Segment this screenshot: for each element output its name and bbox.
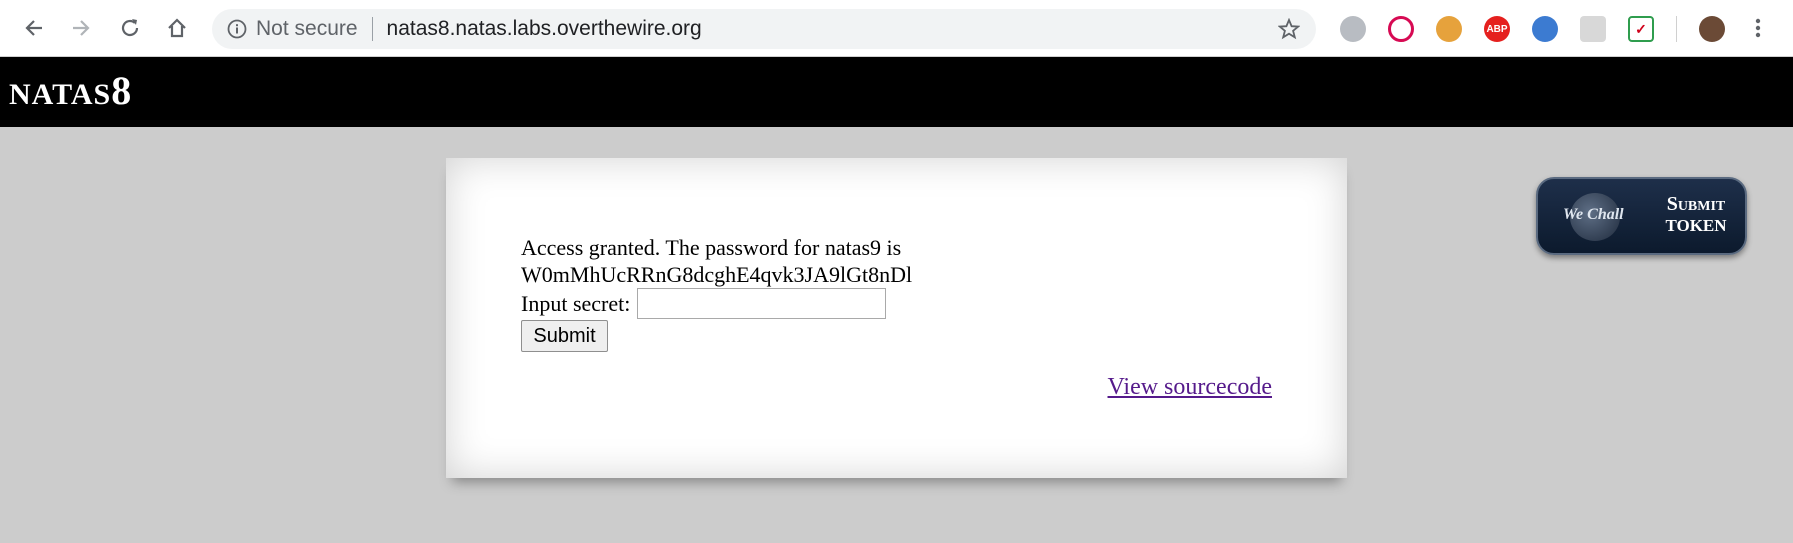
earth-extension-icon[interactable] (1532, 16, 1558, 42)
password-text: W0mMhUcRRnG8dcghE4qvk3JA9lGt8nDl (521, 262, 913, 287)
message-line-1: Access granted. The password for natas9 … (521, 235, 902, 260)
omnibox-divider (371, 17, 373, 41)
cookie-extension-icon[interactable] (1436, 16, 1462, 42)
info-icon[interactable] (226, 18, 248, 40)
token-line-2: token (1665, 216, 1727, 235)
submit-token-button[interactable]: We Chall Submit token (1536, 177, 1747, 255)
secret-input[interactable] (637, 288, 887, 319)
title-prefix: natas (9, 78, 112, 111)
wechall-logo-text: We Chall (1563, 206, 1624, 223)
adblock-extension-icon[interactable]: ABP (1484, 16, 1510, 42)
forward-arrow-icon (70, 17, 92, 39)
star-icon[interactable] (1277, 17, 1301, 45)
content-box: Access granted. The password for natas9 … (446, 158, 1347, 478)
page-title: natas8 (9, 67, 132, 114)
home-button[interactable] (159, 10, 195, 46)
globe-extension-icon[interactable] (1340, 16, 1366, 42)
back-arrow-icon (23, 17, 45, 39)
reload-button[interactable] (112, 10, 148, 46)
url-text[interactable]: natas8.natas.labs.overthewire.org (387, 17, 702, 41)
reload-icon (119, 17, 141, 39)
mcafee-extension-icon[interactable]: ✓ (1628, 16, 1654, 42)
address-bar[interactable]: Not secure natas8.natas.labs.overthewire… (212, 9, 1316, 49)
title-number: 8 (111, 68, 133, 113)
token-line-1: Submit (1666, 193, 1726, 215)
debian-extension-icon[interactable] (1388, 16, 1414, 42)
chat-extension-icon[interactable] (1580, 16, 1606, 42)
adblock-label: ABP (1486, 23, 1508, 35)
view-sourcecode-link[interactable]: View sourcecode (1108, 374, 1272, 401)
submit-token-label: Submit token (1650, 193, 1742, 237)
back-button[interactable] (16, 10, 52, 46)
secret-form-row: Input secret: (521, 288, 887, 319)
security-label[interactable]: Not secure (256, 17, 358, 41)
home-icon (166, 17, 188, 39)
secret-label: Input secret: (521, 290, 631, 316)
forward-button[interactable] (63, 10, 99, 46)
toolbar-divider (1676, 16, 1677, 42)
kebab-menu-icon (1755, 17, 1761, 39)
submit-button[interactable]: Submit (521, 320, 608, 352)
browser-toolbar: Not secure natas8.natas.labs.overthewire… (0, 0, 1793, 57)
menu-button[interactable] (1740, 10, 1776, 46)
avatar[interactable] (1699, 16, 1725, 42)
access-message: Access granted. The password for natas9 … (521, 234, 912, 288)
site-header: natas8 (0, 57, 1793, 127)
